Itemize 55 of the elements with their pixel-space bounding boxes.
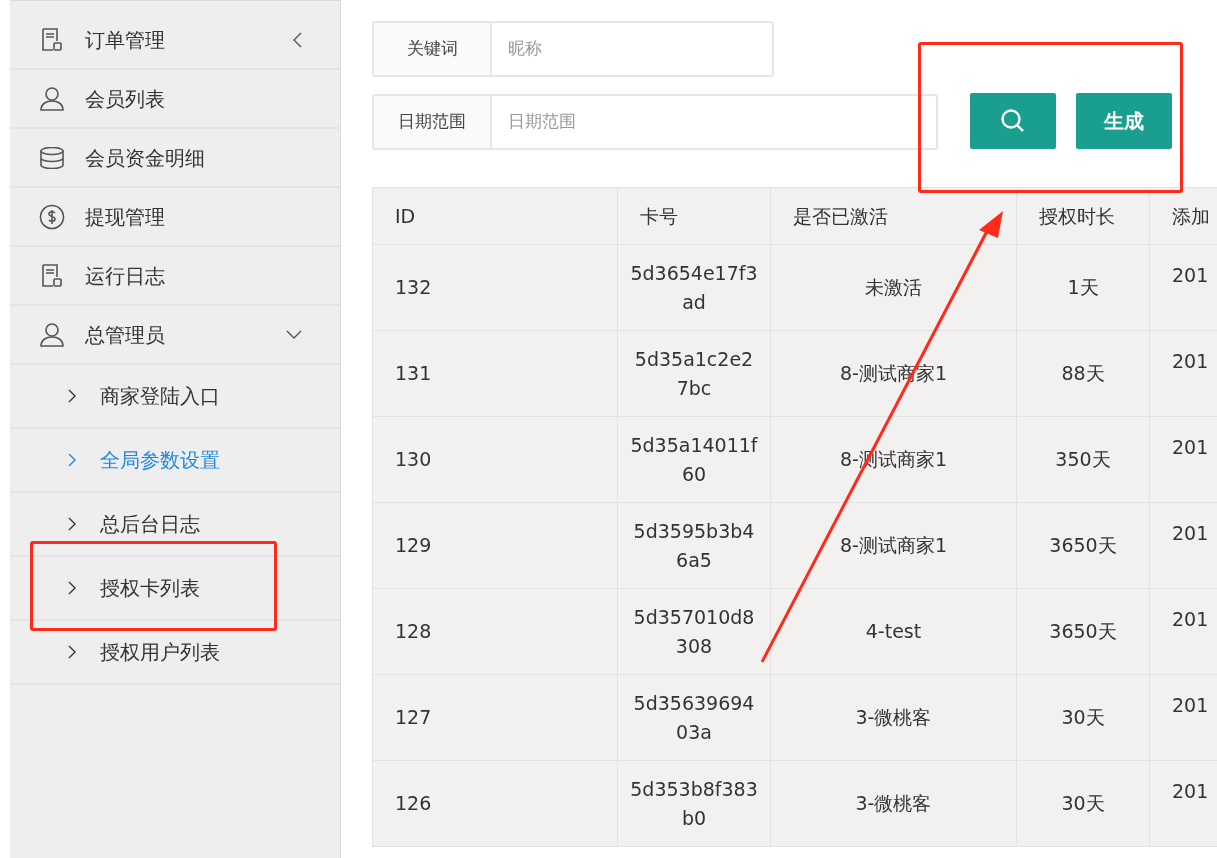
chevron-right-icon xyxy=(68,581,76,595)
column-header: 卡号 xyxy=(617,187,771,245)
submenu-item[interactable]: 总后台日志 xyxy=(10,493,340,557)
table-cell: 132 xyxy=(372,244,618,331)
table-cell: 30天 xyxy=(1016,674,1150,761)
sidebar-item[interactable]: 会员资金明细 xyxy=(10,129,340,188)
sidebar-item[interactable]: 提现管理 xyxy=(10,188,340,247)
search-icon xyxy=(1000,108,1026,134)
submenu-item[interactable]: 授权用户列表 xyxy=(10,621,340,685)
table-cell: 129 xyxy=(372,502,618,589)
table-cell: 1天 xyxy=(1016,244,1150,331)
person-icon xyxy=(39,322,65,347)
chevron-down-icon xyxy=(286,329,302,340)
table-cell: 5d3595b3b46a5 xyxy=(617,502,771,589)
table-cell: 3650天 xyxy=(1016,502,1150,589)
sidebar-item[interactable]: 运行日志 xyxy=(10,247,340,306)
submenu-item[interactable]: 商家登陆入口 xyxy=(10,365,340,429)
submenu-item[interactable]: 授权卡列表 xyxy=(10,557,340,621)
table-cell: 130 xyxy=(372,416,618,503)
sidebar-item[interactable]: 会员列表 xyxy=(10,70,340,129)
document-icon xyxy=(41,263,63,288)
dollar-icon xyxy=(39,203,65,230)
column-header: 授权时长 xyxy=(1016,187,1150,245)
input-field[interactable]: 日期范围 xyxy=(490,94,938,150)
table-cell: 3650天 xyxy=(1016,588,1150,675)
chevron-left-icon xyxy=(292,31,302,48)
table-cell: 128 xyxy=(372,588,618,675)
input-field[interactable]: 昵称 xyxy=(490,21,774,77)
column-header: ID xyxy=(372,187,618,245)
table-cell: 5d35a1c2e27bc xyxy=(617,330,771,417)
table-cell: 3-微桃客 xyxy=(770,760,1017,847)
document-icon xyxy=(41,27,63,52)
table-cell: 127 xyxy=(372,674,618,761)
table-cell: 5d35a14011f60 xyxy=(617,416,771,503)
chevron-right-icon xyxy=(68,517,76,531)
table-cell: 131 xyxy=(372,330,618,417)
table-cell: 5d353b8f383b0 xyxy=(617,760,771,847)
chevron-right-icon xyxy=(68,645,76,659)
sidebar-item[interactable]: 总管理员 xyxy=(10,306,340,365)
chevron-right-icon xyxy=(68,453,76,467)
table-cell: 88天 xyxy=(1016,330,1150,417)
table-cell: 5d3563969403a xyxy=(617,674,771,761)
table-cell: 350天 xyxy=(1016,416,1150,503)
sidebar-item[interactable]: 订单管理 xyxy=(10,11,340,70)
field-label: 日期范围 xyxy=(372,94,490,150)
search-button[interactable] xyxy=(970,93,1056,149)
column-header: 添加 xyxy=(1149,187,1217,245)
field-label: 关键词 xyxy=(372,21,490,77)
chevron-right-icon xyxy=(68,389,76,403)
table-cell: 126 xyxy=(372,760,618,847)
table-cell: 5d3654e17f3ad xyxy=(617,244,771,331)
person-icon xyxy=(39,86,65,111)
table-cell: 30天 xyxy=(1016,760,1150,847)
database-icon xyxy=(39,146,65,169)
table-cell: 3-微桃客 xyxy=(770,674,1017,761)
